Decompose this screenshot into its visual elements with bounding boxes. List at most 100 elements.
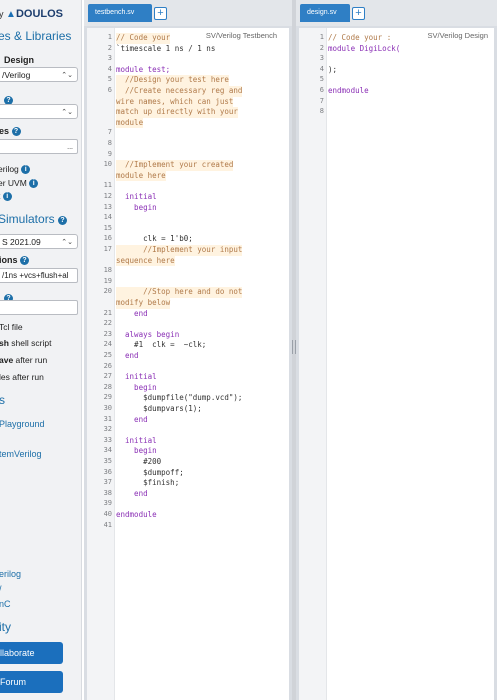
design-tabbar: design.sv +	[296, 0, 497, 26]
libraries-field[interactable]: ...	[0, 139, 78, 154]
code-line[interactable]: `timescale 1 ns / 1 ns	[116, 44, 215, 55]
code-line[interactable]: module DigiLock(	[328, 44, 400, 55]
code-line[interactable]: );	[328, 65, 337, 76]
design-language-label: Design	[4, 55, 35, 65]
more-button[interactable]: ...	[67, 144, 73, 151]
line-number: 6	[107, 86, 112, 94]
compile-options-input[interactable]: /1ns +vcs+flush+al	[0, 268, 78, 283]
option-files-after-run[interactable]: les after run	[0, 372, 44, 382]
line-number: 24	[103, 340, 112, 349]
line-number: 33	[103, 435, 112, 444]
code-line[interactable]: end	[116, 351, 139, 362]
line-number: 19	[103, 276, 112, 285]
info-icon[interactable]: i	[2, 192, 12, 201]
doulos-logo[interactable]: by ▲DOULOS	[0, 8, 63, 20]
code-line[interactable]: initial	[116, 436, 157, 447]
code-line[interactable]: $dumpoff;	[116, 468, 184, 479]
code-line[interactable]: initial	[116, 192, 157, 203]
design-pane: design.sv + 1 // Code your : 2 module DigiL…	[296, 0, 497, 700]
line-number: 21	[103, 308, 112, 317]
code-line[interactable]: modify below	[116, 298, 171, 309]
line-number: 13	[103, 202, 112, 211]
link-verilog[interactable]: erilog	[0, 569, 21, 579]
code-line[interactable]: //Design your test here	[116, 75, 229, 86]
info-icon[interactable]: i	[21, 165, 31, 174]
line-number: 5	[107, 75, 112, 84]
code-line[interactable]: $dumpfile("dump.vcd");	[116, 393, 242, 404]
add-file-button[interactable]: +	[154, 7, 167, 20]
code-line[interactable]: module here	[116, 170, 166, 182]
code-line[interactable]: endmodule	[328, 86, 369, 97]
code-line[interactable]: begin	[116, 446, 157, 457]
line-number: 29	[103, 393, 112, 402]
forum-button[interactable]: Forum	[0, 671, 63, 693]
line-number: 7	[319, 96, 324, 105]
code-line[interactable]: //Stop here and do not	[116, 287, 243, 298]
line-number: 22	[103, 319, 112, 328]
info-icon[interactable]: i	[29, 179, 39, 188]
code-line[interactable]: always begin	[116, 330, 179, 341]
chevron-updown-icon: ⌃⌄	[61, 72, 73, 79]
code-line[interactable]: endmodule	[116, 510, 157, 521]
line-number: 4	[107, 64, 112, 73]
option-t[interactable]: t i	[0, 191, 12, 201]
code-line[interactable]: wire names, which can just	[116, 96, 234, 108]
line-number: 23	[103, 329, 112, 338]
code-line[interactable]: module test;	[116, 65, 170, 76]
option-verilog[interactable]: erilog i	[0, 164, 31, 174]
simulator-select[interactable]: S 2021.09 ⌃⌄	[0, 234, 78, 249]
help-icon[interactable]: ?	[20, 256, 30, 265]
line-number: 39	[103, 499, 112, 508]
code-line[interactable]: $finish;	[116, 478, 179, 489]
community-heading: ity	[0, 620, 11, 634]
code-line[interactable]: module	[116, 117, 144, 129]
line-number: 3	[107, 54, 112, 63]
code-line[interactable]: // Code your :	[328, 33, 391, 44]
code-line[interactable]: end	[116, 489, 148, 500]
testbench-editor[interactable]: 1 // Code your 2 `timescale 1 ns / 1 ns 3 4 mo…	[87, 28, 289, 700]
line-number: 14	[103, 213, 112, 222]
link-playground[interactable]: Playground	[0, 419, 45, 429]
line-number-gutter	[299, 28, 327, 700]
link-slash[interactable]: /	[0, 584, 2, 594]
code-line[interactable]: $dumpvars(1);	[116, 404, 202, 415]
code-line[interactable]: clk = 1'b0;	[116, 234, 193, 245]
code-line[interactable]: #1 clk = ~clk;	[116, 340, 206, 351]
link-nc[interactable]: nC	[0, 599, 11, 609]
tab-testbench[interactable]: testbench.sv	[88, 4, 152, 22]
option-save-after-run[interactable]: ave after run	[0, 355, 47, 365]
line-number: 36	[103, 467, 112, 476]
option-uvm[interactable]: er UVM i	[0, 178, 39, 188]
design-language-select[interactable]: /Verilog ⌃⌄	[0, 67, 78, 82]
run-options-input[interactable]	[0, 300, 78, 315]
line-number: 28	[103, 382, 112, 391]
link-systemverilog[interactable]: temVerilog	[0, 449, 42, 459]
methodology-select[interactable]: ⌃⌄	[0, 104, 78, 119]
code-line[interactable]: match up directly with your	[116, 107, 238, 118]
code-line[interactable]: sequence here	[116, 255, 175, 267]
help-icon[interactable]: ?	[11, 127, 21, 136]
code-line[interactable]: initial	[116, 372, 157, 383]
code-line[interactable]: begin	[116, 383, 157, 394]
add-file-button[interactable]: +	[352, 7, 365, 20]
logo-name-text: DOULOS	[15, 8, 63, 20]
help-icon[interactable]: ?	[58, 216, 68, 225]
code-line[interactable]: #200	[116, 457, 161, 468]
design-editor[interactable]: 1 // Code your : 2 module DigiLock(3 4); 5 6 en…	[299, 28, 494, 700]
line-number: 5	[319, 75, 324, 84]
code-line[interactable]: end	[116, 415, 148, 426]
editor-language-title: SV/Verilog Testbench	[205, 31, 277, 40]
code-line[interactable]: //Implement your input	[116, 245, 243, 256]
code-line[interactable]: end	[116, 309, 148, 320]
libraries-label: es ?	[0, 126, 21, 136]
code-line[interactable]: //Create necessary reg and	[116, 86, 243, 97]
tab-design[interactable]: design.sv	[300, 4, 350, 22]
option-tcl-file[interactable]: Tcl file	[0, 322, 23, 332]
collaborate-button[interactable]: llaborate	[0, 642, 63, 664]
code-line[interactable]: //Implement your created	[116, 160, 234, 171]
code-line[interactable]: begin	[116, 203, 157, 214]
code-line[interactable]: // Code your	[116, 33, 171, 44]
option-shell-script[interactable]: sh shell script	[0, 338, 51, 348]
line-number: 34	[103, 446, 112, 455]
line-number: 1	[107, 33, 112, 41]
